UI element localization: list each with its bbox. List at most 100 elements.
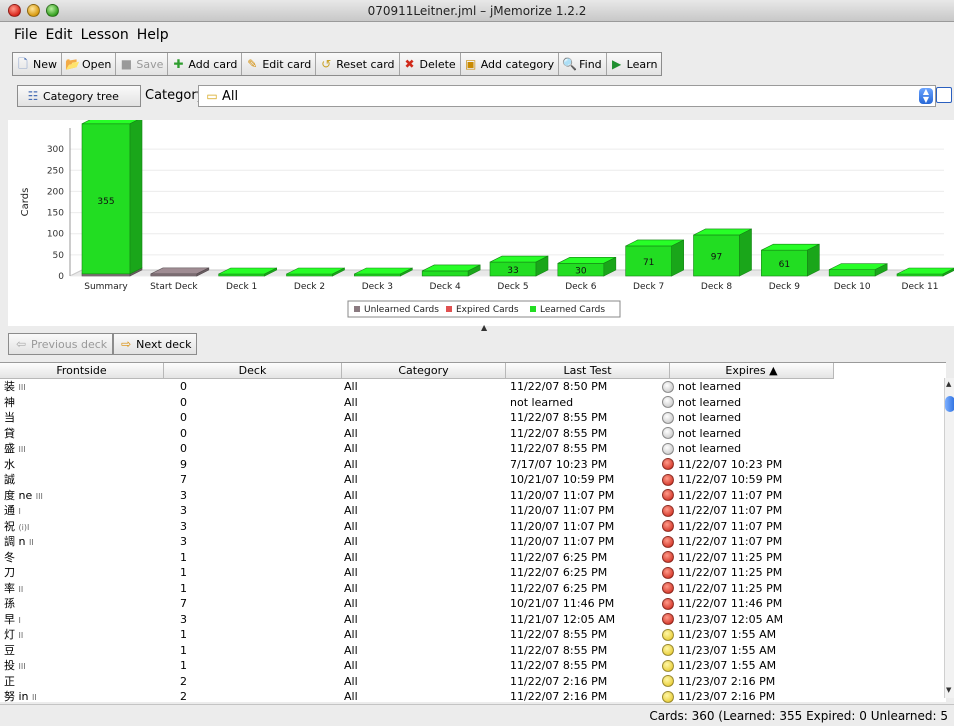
previous-deck-button[interactable]: ⇦ Previous deck [8, 333, 114, 355]
collapse-chart-icon[interactable]: ▲ [481, 323, 487, 332]
column-expires[interactable]: Expires ▲ [670, 363, 834, 379]
next-deck-label: Next deck [136, 337, 192, 351]
category-tree-button[interactable]: ☷ Category tree [17, 85, 141, 107]
scroll-down-icon[interactable]: ▼ [946, 686, 951, 694]
table-row[interactable]: 通 I 3 All 11/20/07 11:07 PM 11/22/07 11:07 P… [0, 503, 946, 519]
x-category-label: Deck 1 [226, 282, 257, 292]
deck-cell: 1 [180, 566, 187, 579]
table-row[interactable]: 神 0 All not learned not learned [0, 395, 946, 411]
card-count-status: Cards: 360 (Learned: 355 Expired: 0 Unle… [649, 709, 948, 723]
neutral-face-icon [662, 396, 674, 409]
expires-cell: 11/22/07 10:59 PM [658, 472, 828, 488]
scroll-up-icon[interactable]: ▲ [946, 380, 951, 388]
last-test-cell: 11/22/07 2:16 PM [510, 690, 608, 703]
table-row[interactable]: 孫 7 All 10/21/07 11:46 PM 11/22/07 11:46 PM [0, 596, 946, 612]
table-row[interactable]: 祝 (i)I 3 All 11/20/07 11:07 PM 11/22/07 11:0… [0, 519, 946, 535]
last-test-cell: 11/20/07 11:07 PM [510, 535, 615, 548]
table-row[interactable]: 当 0 All 11/22/07 8:55 PM not learned [0, 410, 946, 426]
frontside-cell: 調 n II [0, 534, 164, 550]
delete-button[interactable]: ✖ Delete [400, 53, 461, 75]
open-button[interactable]: 📂 Open [62, 53, 117, 75]
expired-face-icon [662, 520, 674, 533]
next-deck-button[interactable]: ⇨ Next deck [113, 333, 198, 355]
deck-cell: 0 [180, 442, 187, 455]
table-row[interactable]: 早 I 3 All 11/21/07 12:05 AM 11/23/07 12:05 A… [0, 612, 946, 628]
menu-lesson[interactable]: Lesson [81, 27, 129, 43]
window-title: 070911Leitner.jml – jMemorize 1.2.2 [367, 4, 587, 18]
category-cell: All [344, 674, 358, 688]
frontside-marker: II [28, 538, 34, 547]
category-cell: All [344, 643, 358, 657]
deck-cell: 0 [180, 395, 187, 409]
x-category-label: Deck 11 [902, 282, 939, 292]
table-row[interactable]: 刀 1 All 11/22/07 6:25 PM 11/22/07 11:25 PM [0, 565, 946, 581]
bar-side-face [671, 239, 684, 277]
table-row[interactable]: 度 ne III 3 All 11/20/07 11:07 PM 11/22/07 11… [0, 488, 946, 504]
category-select[interactable]: ▭ All ▲ ▼ [198, 85, 936, 107]
column-category[interactable]: Category [342, 363, 506, 379]
toolbar-button-label: Find [579, 57, 602, 71]
learn-play-icon: ▶ [612, 57, 622, 71]
menu-file[interactable]: File [14, 27, 37, 43]
expires-text: not learned [678, 426, 742, 440]
y-tick-label: 100 [47, 230, 64, 240]
frontside-marker: III [18, 383, 26, 392]
deck-cell: 1 [180, 659, 187, 672]
x-category-label: Deck 10 [834, 282, 871, 292]
add-card-button[interactable]: ✚ Add card [168, 53, 243, 75]
add-category-button[interactable]: ▣ Add category [461, 53, 560, 75]
category-cell: All [344, 597, 358, 610]
last-test-cell: 11/22/07 8:50 PM [510, 380, 608, 393]
table-row[interactable]: 盛 III 0 All 11/22/07 8:55 PM not learned [0, 441, 946, 457]
table-row[interactable]: 冬 1 All 11/22/07 6:25 PM 11/22/07 11:25 PM [0, 550, 946, 566]
edit-card-button[interactable]: ✎ Edit card [242, 53, 317, 75]
legend-swatch [446, 306, 452, 312]
frontside-cell: 刀 [0, 565, 164, 581]
table-row[interactable]: 投 III 1 All 11/22/07 8:55 PM 11/23/07 1:55 A… [0, 658, 946, 674]
table-row[interactable]: 努 in II 2 All 11/22/07 2:16 PM 11/23/07 2:16… [0, 689, 946, 705]
frontside-cell: 水 [0, 457, 164, 473]
new-button[interactable]: 🗋 New [13, 53, 62, 75]
last-test-cell: 11/22/07 2:16 PM [510, 674, 608, 688]
column-deck[interactable]: Deck [164, 363, 342, 379]
expires-text: not learned [678, 411, 742, 425]
table-scrollbar[interactable]: ▲ ▼ [944, 378, 954, 698]
bar-data-label: 30 [575, 267, 587, 277]
deck-cell: 3 [180, 504, 187, 517]
deck-cell: 9 [180, 457, 187, 471]
toolbar-button-label: Delete [419, 57, 456, 71]
column-last-test[interactable]: Last Test [506, 363, 670, 379]
expand-panel-button[interactable] [936, 87, 952, 103]
menu-help[interactable]: Help [137, 27, 169, 43]
expires-cell: 11/22/07 11:07 PM [658, 503, 828, 519]
table-row[interactable]: 装 III 0 All 11/22/07 8:50 PM not learned [0, 379, 946, 395]
expires-cell: not learned [658, 410, 828, 426]
table-row[interactable]: 率 II 1 All 11/22/07 6:25 PM 11/22/07 11:25 P… [0, 581, 946, 597]
frontside-text: 正 [4, 674, 15, 688]
frontside-text: 努 in [4, 690, 29, 703]
menu-edit[interactable]: Edit [45, 27, 72, 43]
table-row[interactable]: 調 n II 3 All 11/20/07 11:07 PM 11/22/07 11:0… [0, 534, 946, 550]
category-cell: All [344, 504, 358, 517]
table-row[interactable]: 誠 7 All 10/21/07 10:59 PM 11/22/07 10:59 PM [0, 472, 946, 488]
learn-button[interactable]: ▶ Learn [607, 53, 662, 75]
save-button[interactable]: ■ Save [116, 53, 169, 75]
deck-cell: 2 [180, 690, 187, 703]
y-tick-label: 250 [47, 166, 64, 176]
y-tick-label: 50 [53, 251, 65, 261]
table-row[interactable]: 正 2 All 11/22/07 2:16 PM 11/23/07 2:16 PM [0, 674, 946, 690]
column-frontside[interactable]: Frontside [0, 363, 164, 379]
reset-card-button[interactable]: ↺ Reset card [316, 53, 400, 75]
table-row[interactable]: 豆 1 All 11/22/07 8:55 PM 11/23/07 1:55 AM [0, 643, 946, 659]
scrollbar-thumb[interactable] [945, 396, 954, 412]
table-row[interactable]: 貸 0 All 11/22/07 8:55 PM not learned [0, 426, 946, 442]
previous-deck-label: Previous deck [31, 337, 108, 351]
table-row[interactable]: 灯 II 1 All 11/22/07 8:55 PM 11/23/07 1:55 AM [0, 627, 946, 643]
combo-stepper-icon[interactable]: ▲ ▼ [919, 88, 933, 104]
expires-cell: 11/22/07 11:25 PM [658, 550, 828, 566]
bar-data-label: 33 [507, 266, 518, 276]
table-row[interactable]: 水 9 All 7/17/07 10:23 PM 11/22/07 10:23 PM [0, 457, 946, 473]
deck-cell: 1 [180, 581, 187, 595]
find-button[interactable]: 🔍 Find [559, 53, 607, 75]
frontside-cell: 度 ne III [0, 488, 164, 504]
